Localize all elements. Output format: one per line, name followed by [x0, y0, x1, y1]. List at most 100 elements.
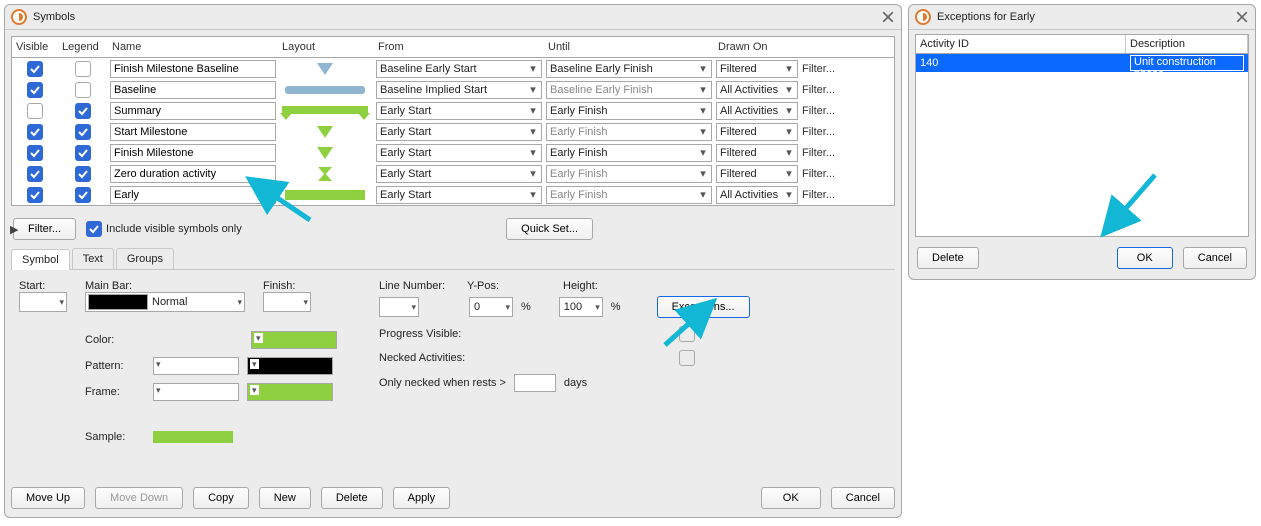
finish-select[interactable]: ▾ — [263, 292, 311, 312]
col-drawn[interactable]: Drawn On — [714, 41, 800, 53]
name-input[interactable] — [110, 165, 276, 183]
table-row[interactable]: Baseline Implied Start▾Baseline Early Fi… — [12, 79, 894, 100]
grid-combo[interactable]: Early Finish▾ — [546, 165, 712, 183]
mainbar-select[interactable]: Normal ▾ — [85, 292, 245, 312]
grid-combo[interactable]: Early Start▾ — [376, 123, 542, 141]
grid-combo[interactable]: Early Finish▾ — [546, 123, 712, 141]
close-icon[interactable] — [881, 10, 895, 24]
filter-link[interactable]: Filter... — [802, 63, 835, 75]
checkbox-icon[interactable] — [27, 61, 43, 77]
exc-ok-button[interactable]: OK — [1117, 247, 1173, 269]
pattern-left-select[interactable]: ▾ — [153, 357, 239, 375]
move-down-button[interactable]: Move Down — [95, 487, 183, 509]
exc-cancel-button[interactable]: Cancel — [1183, 247, 1247, 269]
filter-button[interactable]: Filter... — [13, 218, 76, 240]
name-input[interactable] — [110, 81, 276, 99]
frame-right-select[interactable]: ▾ — [247, 383, 333, 401]
table-row[interactable]: Early Start▾Early Finish▾Filtered▾ Filter… — [12, 163, 894, 184]
checkbox-icon[interactable] — [27, 124, 43, 140]
grid-combo[interactable]: Early Start▾ — [376, 186, 542, 204]
quick-set-button[interactable]: Quick Set... — [506, 218, 593, 240]
exceptions-titlebar[interactable]: Exceptions for Early — [909, 5, 1255, 30]
checkbox-icon[interactable] — [27, 145, 43, 161]
grid-combo[interactable]: All Activities▾ — [716, 81, 798, 99]
filter-link[interactable]: Filter... — [802, 189, 835, 201]
grid-combo[interactable]: Early Finish▾ — [546, 102, 712, 120]
col-until[interactable]: Until — [544, 41, 714, 53]
checkbox-icon[interactable] — [27, 82, 43, 98]
grid-combo[interactable]: Baseline Early Finish▾ — [546, 81, 712, 99]
new-button[interactable]: New — [259, 487, 311, 509]
grid-combo[interactable]: Early Finish▾ — [546, 144, 712, 162]
exceptions-button[interactable]: Exceptions... — [657, 296, 750, 318]
filter-link[interactable]: Filter... — [802, 84, 835, 96]
necked-activities-checkbox[interactable] — [679, 350, 695, 366]
checkbox-icon[interactable] — [75, 103, 91, 119]
only-necked-days-input[interactable] — [514, 374, 556, 392]
col-visible[interactable]: Visible — [12, 41, 58, 53]
grid-combo[interactable]: Baseline Early Start▾ — [376, 60, 542, 78]
col-legend[interactable]: Legend — [58, 41, 108, 53]
include-visible-checkbox[interactable]: Include visible symbols only — [86, 221, 242, 237]
tab-text[interactable]: Text — [72, 248, 114, 269]
symbols-titlebar[interactable]: Symbols — [5, 5, 901, 30]
color-select[interactable]: ▾ — [251, 331, 337, 349]
exceptions-grid[interactable]: Activity ID Description 140 Unit constru… — [915, 34, 1249, 237]
checkbox-icon[interactable] — [75, 145, 91, 161]
table-row[interactable]: Early Start▾Early Finish▾All Activities▾… — [12, 184, 894, 205]
grid-combo[interactable]: Filtered▾ — [716, 165, 798, 183]
checkbox-icon[interactable] — [27, 187, 43, 203]
tab-symbol[interactable]: Symbol — [11, 249, 70, 270]
copy-button[interactable]: Copy — [193, 487, 249, 509]
grid-combo[interactable]: All Activities▾ — [716, 102, 798, 120]
grid-combo[interactable]: Early Start▾ — [376, 102, 542, 120]
apply-button[interactable]: Apply — [393, 487, 451, 509]
tab-groups[interactable]: Groups — [116, 248, 174, 269]
height-select[interactable]: 100▾ — [559, 297, 603, 317]
exc-delete-button[interactable]: Delete — [917, 247, 979, 269]
cancel-button[interactable]: Cancel — [831, 487, 895, 509]
checkbox-icon[interactable] — [75, 61, 91, 77]
table-row[interactable]: Early Start▾Early Finish▾Filtered▾ Filter… — [12, 142, 894, 163]
grid-combo[interactable]: Early Start▾ — [376, 165, 542, 183]
grid-combo[interactable]: Filtered▾ — [716, 144, 798, 162]
name-input[interactable] — [110, 102, 276, 120]
checkbox-icon[interactable] — [27, 166, 43, 182]
table-row[interactable]: Early Start▾Early Finish▾Filtered▾Filter… — [12, 121, 894, 142]
name-input[interactable] — [110, 186, 276, 204]
progress-visible-checkbox[interactable] — [679, 326, 695, 342]
grid-combo[interactable]: Early Finish▾ — [546, 186, 712, 204]
grid-combo[interactable]: Baseline Implied Start▾ — [376, 81, 542, 99]
checkbox-icon[interactable] — [75, 166, 91, 182]
filter-link[interactable]: Filter... — [802, 168, 835, 180]
pattern-right-select[interactable]: ▾ — [247, 357, 333, 375]
col-name[interactable]: Name — [108, 41, 278, 53]
checkbox-icon[interactable] — [75, 187, 91, 203]
exceptions-row[interactable]: 140 Unit construction phase — [916, 54, 1248, 72]
line-number-select[interactable]: ▾ — [379, 297, 419, 317]
delete-button[interactable]: Delete — [321, 487, 383, 509]
col-description[interactable]: Description — [1126, 35, 1248, 53]
table-row[interactable]: Baseline Early Start▾Baseline Early Fini… — [12, 58, 894, 79]
grid-combo[interactable]: Filtered▾ — [716, 60, 798, 78]
filter-link[interactable]: Filter... — [802, 147, 835, 159]
checkbox-icon[interactable] — [27, 103, 43, 119]
col-layout[interactable]: Layout — [278, 41, 374, 53]
checkbox-icon[interactable] — [75, 82, 91, 98]
filter-link[interactable]: Filter... — [802, 105, 835, 117]
ypos-select[interactable]: 0▾ — [469, 297, 513, 317]
checkbox-icon[interactable] — [75, 124, 91, 140]
grid-combo[interactable]: All Activities▾ — [716, 186, 798, 204]
col-from[interactable]: From — [374, 41, 544, 53]
name-input[interactable] — [110, 60, 276, 78]
ok-button[interactable]: OK — [761, 487, 821, 509]
filter-link[interactable]: Filter... — [802, 126, 835, 138]
grid-combo[interactable]: Early Start▾ — [376, 144, 542, 162]
grid-combo[interactable]: Baseline Early Finish▾ — [546, 60, 712, 78]
close-icon[interactable] — [1235, 10, 1249, 24]
name-input[interactable] — [110, 144, 276, 162]
table-row[interactable]: Early Start▾Early Finish▾All Activities▾… — [12, 100, 894, 121]
start-select[interactable]: ▾ — [19, 292, 67, 312]
name-input[interactable] — [110, 123, 276, 141]
col-activity-id[interactable]: Activity ID — [916, 35, 1126, 53]
